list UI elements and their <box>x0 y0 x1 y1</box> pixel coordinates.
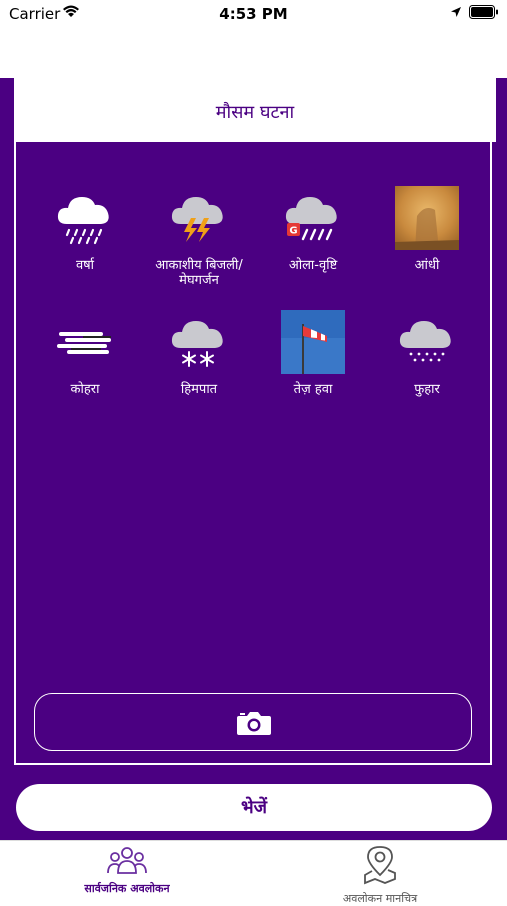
phenomenon-strong-wind[interactable]: तेज़ हवा <box>258 310 368 397</box>
phenomenon-snow[interactable]: हिमपात <box>144 310 254 397</box>
battery-icon <box>469 5 498 19</box>
status-time: 4:53 PM <box>219 5 288 23</box>
duststorm-photo <box>395 186 459 250</box>
phenomenon-label: वर्षा <box>75 258 95 273</box>
tab-label: सार्वजनिक अवलोकन <box>84 882 170 895</box>
phenomenon-rain[interactable]: वर्षा <box>30 186 140 273</box>
people-icon <box>107 847 147 874</box>
map-pin-icon <box>364 846 396 885</box>
send-button[interactable]: भेजें <box>16 784 492 831</box>
phenomenon-label: आकाशीय बिजली/मेघगर्जन <box>155 258 243 288</box>
send-button-label: भेजें <box>240 797 267 818</box>
thunderstorm-icon <box>171 197 223 242</box>
phenomenon-label: आंधी <box>414 258 440 273</box>
phenomenon-duststorm[interactable]: आंधी <box>372 186 482 273</box>
camera-icon <box>237 712 271 735</box>
tab-label: अवलोकन मानचित्र <box>342 892 418 905</box>
windsock-photo <box>281 310 345 374</box>
phenomenon-drizzle[interactable]: फुहार <box>372 310 482 397</box>
phenomenon-label: फुहार <box>414 382 440 397</box>
phenomenon-fog[interactable]: कोहरा <box>30 310 140 397</box>
drizzle-icon <box>399 321 451 362</box>
location-arrow-icon <box>451 7 461 17</box>
hail-icon: G <box>285 197 337 241</box>
tab-bar: सार्वजनिक अवलोकन अवलोकन मानचित्र <box>0 840 507 905</box>
tab-observation-map[interactable]: अवलोकन मानचित्र <box>280 845 480 906</box>
rain-icon <box>57 197 109 245</box>
phenomenon-label: तेज़ हवा <box>293 382 333 397</box>
phenomenon-label: हिमपात <box>180 382 218 397</box>
page-title: मौसम घटना <box>215 102 295 123</box>
phenomenon-thunderstorm[interactable]: आकाशीय बिजली/मेघगर्जन <box>144 186 254 288</box>
svg-text:G: G <box>289 226 297 237</box>
phenomenon-hail[interactable]: G ओला-वृष्टि <box>258 186 368 273</box>
fog-icon <box>57 332 111 354</box>
status-bar: Carrier 4:53 PM <box>0 0 507 30</box>
snow-icon <box>171 321 223 367</box>
section-header: मौसम घटना <box>14 78 496 142</box>
phenomena-panel: वर्षा आकाशीय बिजली/मेघगर्जन G ओला-वृष्टि <box>14 142 492 765</box>
phenomenon-label: ओला-वृष्टि <box>288 258 338 273</box>
tab-public-observations[interactable]: सार्वजनिक अवलोकन <box>27 845 227 896</box>
phenomenon-label: कोहरा <box>70 382 100 397</box>
camera-button[interactable] <box>34 693 472 751</box>
